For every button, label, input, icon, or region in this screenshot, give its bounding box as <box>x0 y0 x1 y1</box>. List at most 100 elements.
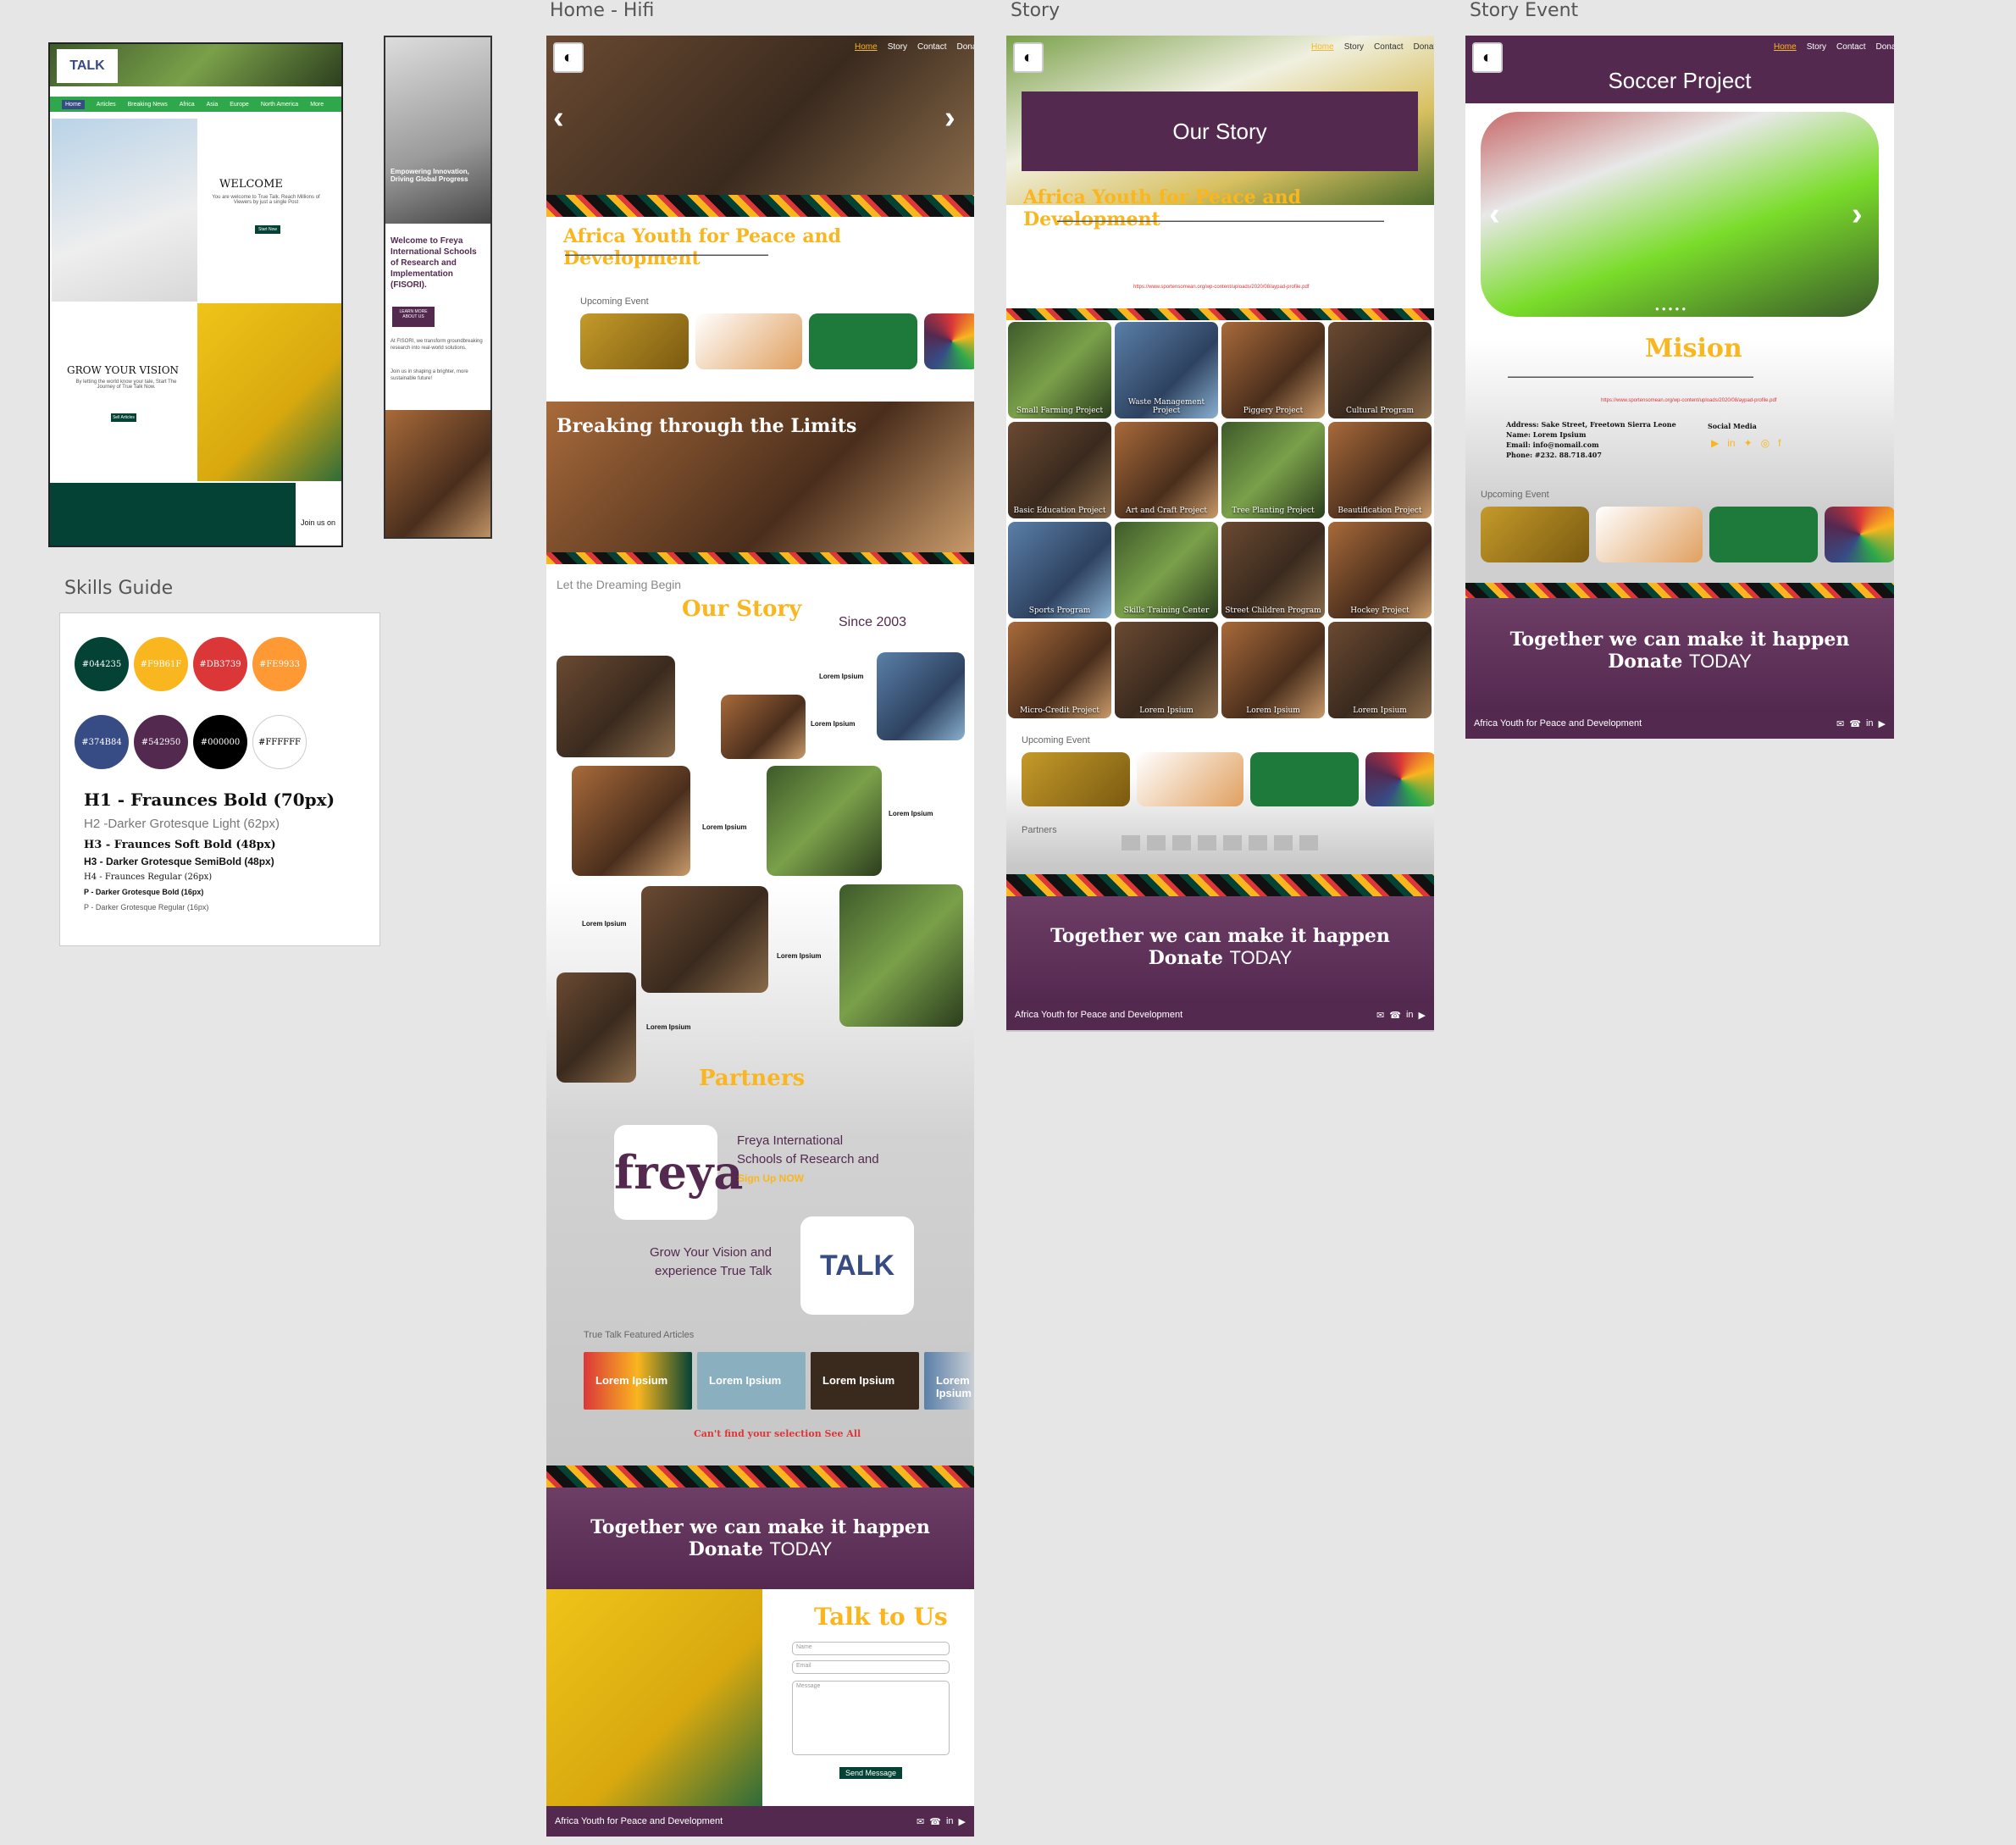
project-tile[interactable]: Street Children Program <box>1221 522 1325 618</box>
chevron-left-icon[interactable]: ‹ <box>553 100 564 136</box>
project-tile[interactable]: Hockey Project <box>1328 522 1432 618</box>
nav-donate[interactable]: Donate <box>1414 42 1435 52</box>
nav-home[interactable]: Home <box>1311 42 1334 52</box>
freya-mobile-frame[interactable]: Empowering Innovation, Driving Global Pr… <box>384 36 492 539</box>
event-card[interactable] <box>695 313 802 369</box>
menu-item[interactable]: More <box>310 102 324 108</box>
menu-item[interactable]: Articles <box>97 102 116 108</box>
story-event-frame[interactable]: ◐ Home Story Contact Donate Soccer Proje… <box>1465 36 1894 739</box>
freya-logo[interactable]: freya <box>614 1125 743 1220</box>
event-card[interactable] <box>1596 507 1703 562</box>
truetalk-frame[interactable]: TALK Home Articles Breaking News Africa … <box>48 42 343 547</box>
project-tile[interactable]: Waste Management Project <box>1115 322 1218 418</box>
name-field[interactable]: Name <box>792 1642 950 1655</box>
donate-banner[interactable]: Together we can make it happen Donate TO… <box>1006 896 1434 1000</box>
nav-home[interactable]: Home <box>1774 42 1797 52</box>
youtube-icon[interactable]: ▶ <box>959 1816 966 1827</box>
event-card[interactable] <box>1709 507 1818 562</box>
nav-story[interactable]: Story <box>888 42 907 52</box>
chevron-right-icon[interactable]: › <box>1852 197 1863 233</box>
project-tile[interactable]: Basic Education Project <box>1008 422 1111 518</box>
event-card[interactable] <box>809 313 917 369</box>
phone-icon[interactable]: ☎ <box>1389 1010 1401 1021</box>
signup-link[interactable]: Sign Up NOW <box>738 1172 804 1184</box>
truetalk-logo[interactable]: TALK <box>800 1216 914 1315</box>
story-frame[interactable]: ◐ Home Story Contact Donate Our Story Af… <box>1006 36 1434 1032</box>
facebook-icon[interactable]: f <box>1778 437 1781 449</box>
youtube-icon[interactable]: ▶ <box>1879 718 1886 729</box>
menu-item[interactable]: Breaking News <box>128 102 168 108</box>
article-card[interactable]: Lorem Ipsium <box>924 1352 974 1410</box>
article-card[interactable]: Lorem Ipsium <box>584 1352 692 1410</box>
project-tile[interactable]: Piggery Project <box>1221 322 1325 418</box>
send-message-button[interactable]: Send Message <box>839 1767 902 1779</box>
project-tile[interactable]: Lorem Ipsium <box>1221 622 1325 718</box>
site-logo[interactable]: ◐ <box>1013 42 1044 73</box>
youtube-icon[interactable]: ▶ <box>1419 1010 1426 1021</box>
story-link[interactable]: https://www.sportensomean.org/wp-content… <box>1133 285 1309 290</box>
event-card[interactable] <box>1250 752 1359 806</box>
nav-home[interactable]: Home <box>855 42 878 52</box>
event-card[interactable] <box>1481 507 1589 562</box>
donate-banner[interactable]: Together we can make it happen Donate TO… <box>546 1488 974 1589</box>
mail-icon[interactable]: ✉ <box>1376 1010 1384 1021</box>
nav-contact[interactable]: Contact <box>1836 42 1865 52</box>
project-tile[interactable]: Lorem Ipsium <box>1115 622 1218 718</box>
main-nav[interactable]: Home Story Contact Donate <box>1311 42 1434 52</box>
event-card[interactable] <box>1137 752 1243 806</box>
article-card[interactable]: Lorem Ipsium <box>811 1352 919 1410</box>
menu-item[interactable]: Europe <box>230 102 249 108</box>
project-tile[interactable]: Sports Program <box>1008 522 1111 618</box>
carousel-dots[interactable]: ●●●●● <box>1655 305 1688 313</box>
phone-icon[interactable]: ☎ <box>1849 718 1861 729</box>
nav-contact[interactable]: Contact <box>1374 42 1403 52</box>
see-all-link[interactable]: Can't find your selection See All <box>694 1428 861 1439</box>
project-tile[interactable]: Beautification Project <box>1328 422 1432 518</box>
home-hifi-frame[interactable]: ◐ Home Story Contact Donate ‹ › Africa Y… <box>546 36 974 1837</box>
project-tile[interactable]: Lorem Ipsium <box>1328 622 1432 718</box>
sell-articles-button[interactable]: Sell Articles <box>111 413 136 422</box>
menu-item[interactable]: North America <box>261 102 298 108</box>
project-tile[interactable]: Small Farming Project <box>1008 322 1111 418</box>
start-now-button[interactable]: Start Now <box>255 225 280 234</box>
donate-word[interactable]: Donate <box>1149 947 1223 969</box>
project-tile[interactable]: Skills Training Center <box>1115 522 1218 618</box>
mail-icon[interactable]: ✉ <box>1836 718 1844 729</box>
instagram-icon[interactable]: ◎ <box>1761 437 1770 449</box>
nav-donate[interactable]: Donate <box>957 42 975 52</box>
project-tile[interactable]: Micro-Credit Project <box>1008 622 1111 718</box>
menu-item[interactable]: Home <box>62 99 85 109</box>
project-tile[interactable]: Cultural Program <box>1328 322 1432 418</box>
site-logo[interactable]: ◐ <box>553 42 584 73</box>
email-field[interactable]: Email <box>792 1660 950 1674</box>
main-nav[interactable]: Home Story Contact Donate <box>1774 42 1894 52</box>
message-field[interactable]: Message <box>792 1681 950 1755</box>
main-nav[interactable]: Home Story Contact Donate <box>855 42 974 52</box>
linkedin-icon[interactable]: in <box>1727 437 1735 449</box>
nav-story[interactable]: Story <box>1807 42 1826 52</box>
mail-icon[interactable]: ✉ <box>917 1816 924 1827</box>
nav-donate[interactable]: Donate <box>1876 42 1895 52</box>
event-card[interactable] <box>1365 752 1434 806</box>
social-icons[interactable]: ▶ in ✦ ◎ f <box>1711 437 1781 449</box>
event-card[interactable] <box>924 313 974 369</box>
event-carousel[interactable] <box>1481 112 1879 317</box>
linkedin-icon[interactable]: in <box>1866 718 1874 729</box>
donate-word[interactable]: Donate <box>1608 651 1682 673</box>
mision-link[interactable]: https://www.sportensomean.org/wp-content… <box>1601 398 1776 403</box>
linkedin-icon[interactable]: in <box>1406 1010 1414 1021</box>
linkedin-icon[interactable]: in <box>946 1816 954 1827</box>
project-tile[interactable]: Tree Planting Project <box>1221 422 1325 518</box>
hero-carousel[interactable] <box>546 36 974 195</box>
youtube-icon[interactable]: ▶ <box>1711 437 1719 449</box>
truetalk-menu[interactable]: Home Articles Breaking News Africa Asia … <box>50 97 341 112</box>
donate-word[interactable]: Donate <box>689 1538 763 1560</box>
phone-icon[interactable]: ☎ <box>929 1816 941 1827</box>
donate-banner[interactable]: Together we can make it happen Donate TO… <box>1465 598 1894 708</box>
partner-logos[interactable] <box>1122 835 1325 850</box>
menu-item[interactable]: Asia <box>207 102 219 108</box>
chevron-left-icon[interactable]: ‹ <box>1489 197 1500 233</box>
article-card[interactable]: Lorem Ipsium <box>697 1352 806 1410</box>
event-card[interactable] <box>580 313 689 369</box>
event-card[interactable] <box>1022 752 1130 806</box>
